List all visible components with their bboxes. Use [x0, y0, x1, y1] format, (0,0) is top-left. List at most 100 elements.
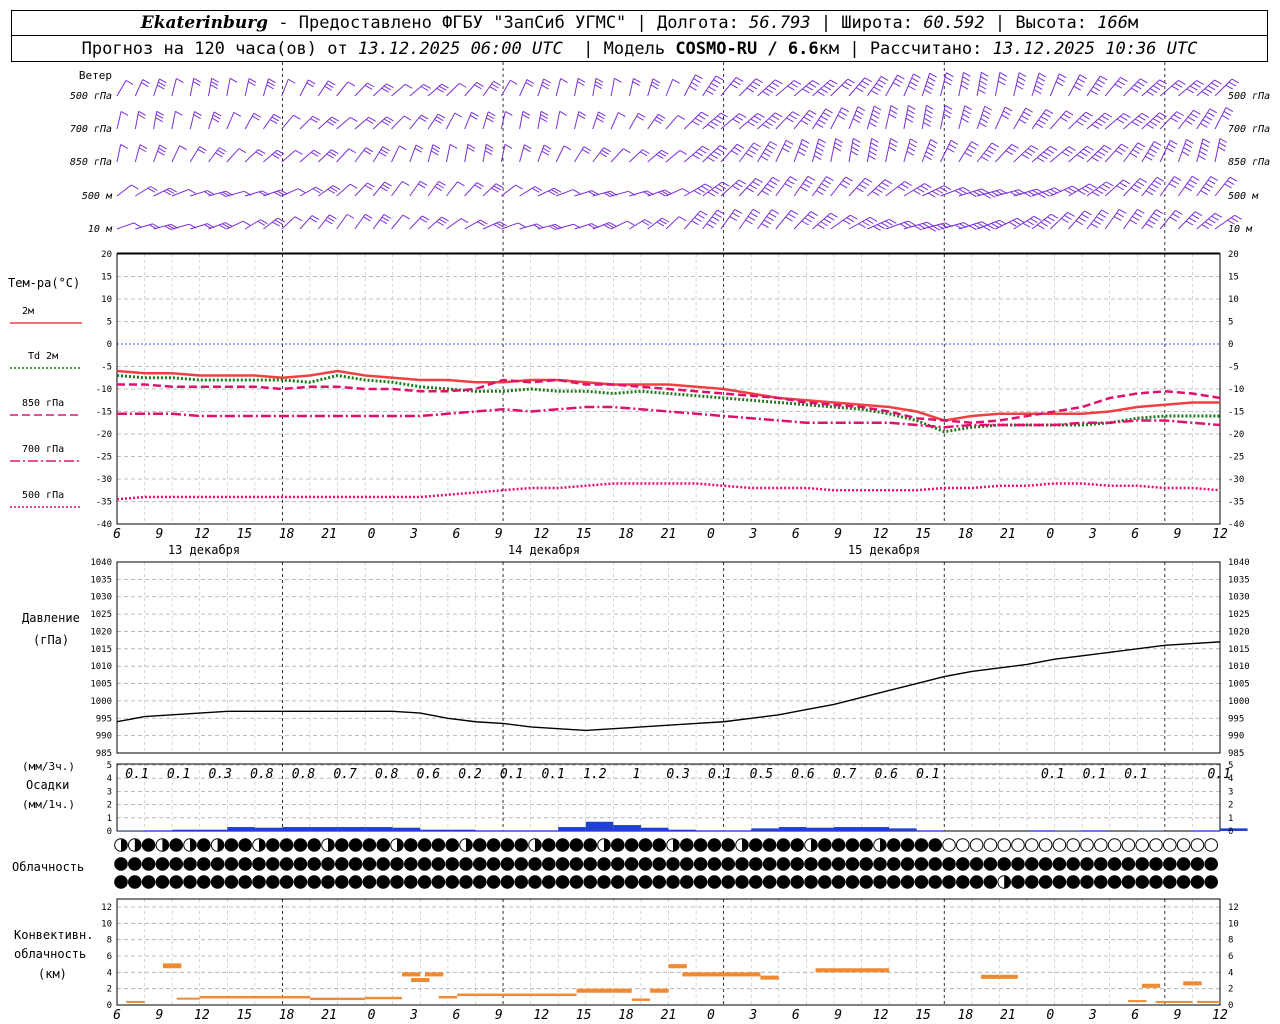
wind-barb [244, 149, 266, 163]
wind-level-label-right: 10 м [1228, 224, 1253, 235]
wind-barb [226, 77, 238, 97]
wind-barb [482, 111, 496, 130]
conv-ytick: 8 [107, 936, 112, 946]
wind-barb [281, 114, 301, 130]
wind-barb [354, 213, 373, 230]
wind-barb [519, 110, 531, 130]
cloud-symbol [1038, 838, 1053, 852]
cloud-symbol [1080, 875, 1094, 889]
conv-bar [1128, 1000, 1147, 1003]
wind-barb [592, 77, 604, 97]
wind-barb [281, 78, 296, 97]
precip-bar [696, 830, 724, 831]
precip-sum: 0.6 [874, 767, 898, 782]
wind-barb [336, 116, 358, 130]
cloud-symbol [956, 875, 970, 889]
temp-ytick: 5 [107, 318, 112, 328]
hour-tick: 9 [834, 527, 842, 542]
cloud-symbol [900, 857, 915, 871]
wind-barb [976, 105, 992, 130]
wind-barb [1177, 138, 1194, 163]
wind-barb [153, 187, 178, 197]
wind-barb [189, 77, 201, 97]
cloud-symbol [831, 875, 846, 889]
cloud-symbol [624, 838, 639, 852]
temp-ytick: 15 [101, 273, 112, 283]
cloud-symbol [762, 875, 777, 889]
cloud-symbol [735, 838, 749, 852]
cloud-symbol [307, 838, 322, 852]
cloud-symbol [1011, 838, 1025, 852]
cloud-symbol [707, 838, 722, 852]
pressure-ytick-right: 985 [1228, 749, 1244, 759]
day-label: 15 декабря [848, 543, 920, 557]
wind-barb [921, 72, 937, 97]
precip-bar [144, 830, 173, 831]
temp-ytick-right: 0 [1228, 340, 1233, 350]
conv-bar [631, 998, 651, 1001]
meteogram: 20 2015 1510 105 50 0-5 -5-10 -10-15 -15-20 -20-2… [8, 62, 1270, 1023]
conv-bar [401, 972, 421, 977]
cloud-symbol [417, 875, 432, 889]
precip-sum: 0.1 [1207, 767, 1230, 782]
cloud-symbol [873, 838, 887, 852]
cloud-symbol [293, 838, 308, 852]
precip-bar [861, 827, 890, 831]
cloud-symbol [680, 838, 694, 852]
conv-ytick-right: 2 [1228, 985, 1233, 995]
wind-barb [464, 111, 479, 130]
wind-barb [921, 185, 952, 198]
cloud-symbol [376, 875, 391, 889]
cloud-symbol [569, 857, 584, 871]
cloud-symbol [1204, 875, 1218, 889]
wind-barb [775, 209, 799, 230]
wind-barb [208, 111, 222, 130]
wind-barb [1068, 210, 1092, 230]
wind-barb [153, 223, 179, 231]
wind-barb [372, 116, 394, 130]
conv-ytick: 4 [107, 968, 112, 978]
wind-title: Ветер [79, 69, 112, 82]
precip-sum: 1 [633, 767, 641, 782]
pressure-ytick: 1025 [90, 610, 112, 620]
cloud-symbol [404, 838, 418, 852]
cloud-symbol [1038, 875, 1053, 889]
wind-barb [995, 143, 1019, 163]
cloud-symbol [404, 875, 418, 889]
wind-barb [885, 138, 898, 163]
hour-tick-bottom: 6 [1131, 1008, 1139, 1023]
wind-barb [171, 145, 187, 163]
wind-barb [135, 186, 158, 197]
cloud-symbol [307, 857, 322, 871]
wind-barb [427, 180, 446, 197]
cloud-symbol [928, 857, 943, 871]
cloud-symbol [473, 875, 487, 889]
cloud-symbol [431, 857, 446, 871]
hour-tick-bottom: 6 [452, 1008, 460, 1023]
conv-bar [176, 997, 200, 1000]
wind-barb [445, 143, 458, 163]
wind-barb [1031, 72, 1047, 97]
temp-ytick: 10 [101, 295, 112, 305]
hour-tick: 6 [1131, 527, 1139, 542]
pressure-series [116, 641, 1221, 732]
pressure-ytick: 1005 [90, 680, 112, 690]
hour-tick: 21 [1000, 527, 1016, 542]
wind-barb [116, 79, 134, 97]
wind-barb [958, 188, 989, 198]
precip-bar [640, 827, 669, 831]
wind-barb [1196, 138, 1211, 163]
cloud-symbol [362, 875, 377, 889]
cloud-symbol [1025, 857, 1039, 871]
wind-barb [391, 214, 411, 230]
precip-title: Осадки [26, 778, 69, 792]
wind-barb [629, 149, 650, 163]
cloud-symbol [404, 857, 418, 871]
conv-ytick-right: 4 [1228, 968, 1233, 978]
conv-bar [162, 963, 182, 969]
conv-bar [1183, 981, 1202, 986]
precip-bar [833, 827, 862, 831]
precip-bar [365, 827, 393, 831]
precip-sum: 0.1 [1124, 767, 1147, 782]
wind-barb [263, 149, 285, 163]
